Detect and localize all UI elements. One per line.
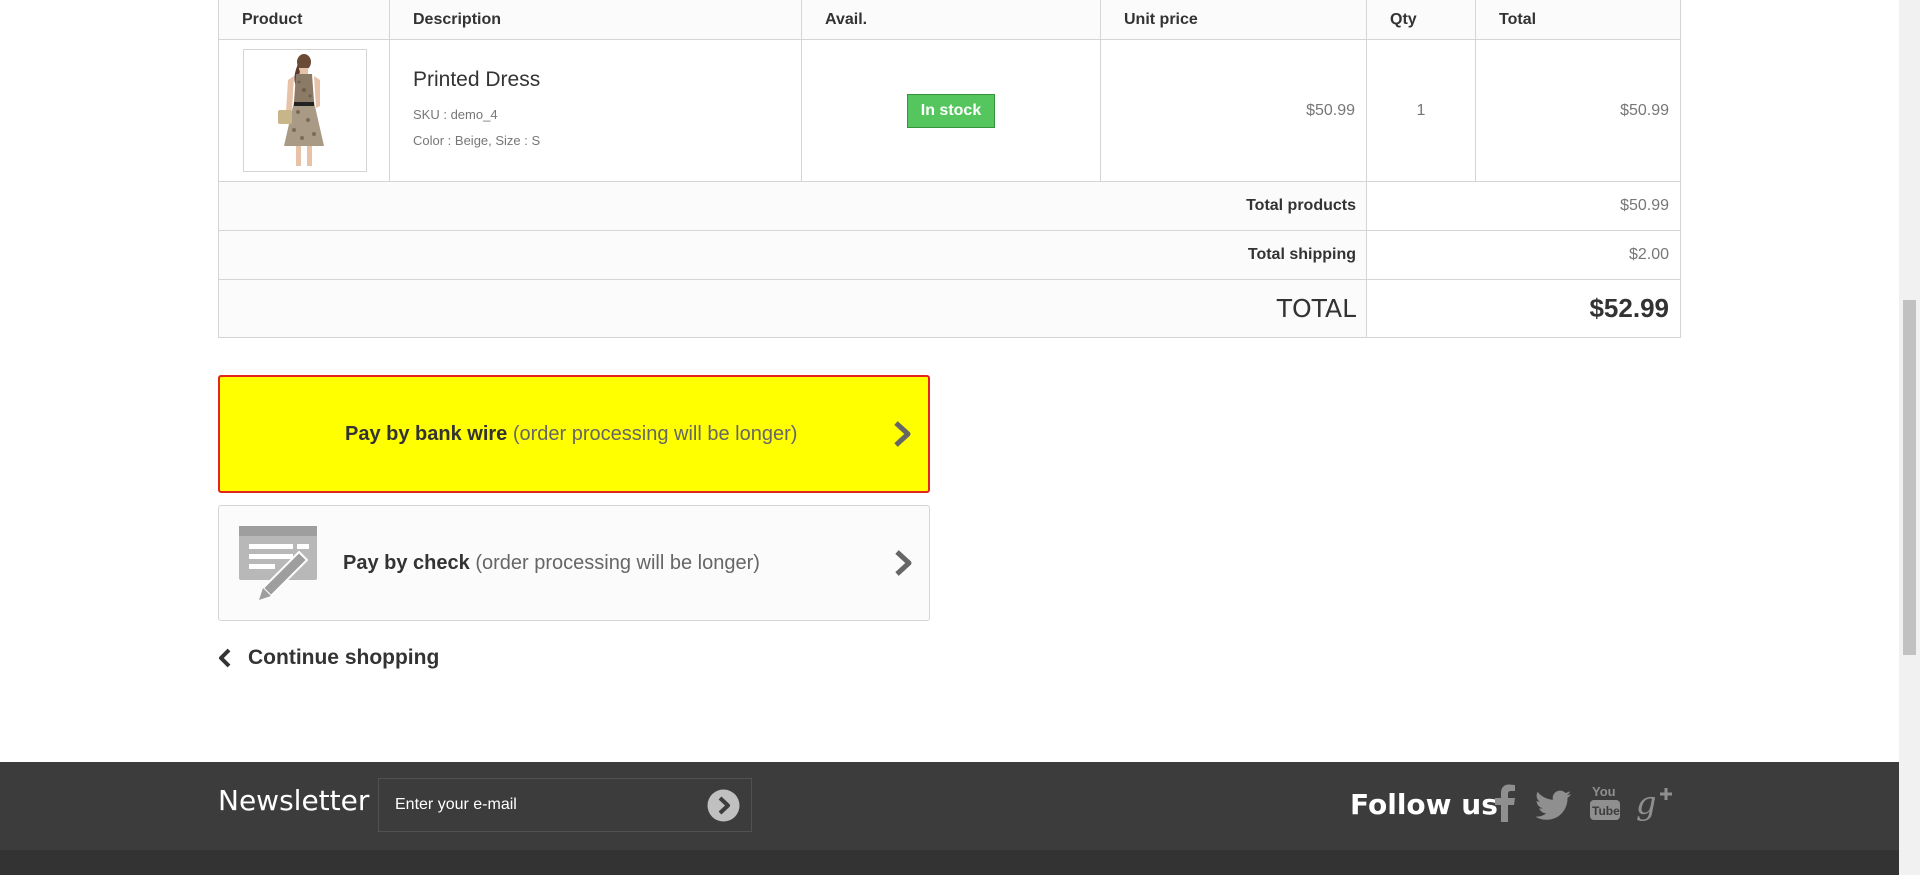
total-shipping-row: Total shipping $2.00 bbox=[218, 230, 1681, 280]
bank-wire-label: Pay by bank wire bbox=[345, 422, 508, 445]
bank-wire-note: (order processing will be longer) bbox=[512, 422, 798, 445]
newsletter-email-input[interactable] bbox=[393, 795, 697, 815]
newsletter-form bbox=[378, 778, 752, 832]
quantity: 1 bbox=[1366, 39, 1476, 182]
product-name[interactable]: Printed Dress bbox=[413, 68, 801, 92]
footer-bottom-bar bbox=[0, 850, 1899, 875]
header-availability: Avail. bbox=[801, 0, 1101, 40]
svg-text:g: g bbox=[1636, 784, 1656, 822]
status-badge: In stock bbox=[906, 93, 996, 128]
check-payment-icon bbox=[239, 526, 317, 600]
newsletter-submit-icon[interactable] bbox=[707, 789, 740, 822]
newsletter-title: Newsletter bbox=[218, 784, 370, 817]
product-sku: SKU : demo_4 bbox=[413, 106, 498, 122]
product-attributes: Color : Beige, Size : S bbox=[413, 132, 541, 148]
pay-by-bank-wire-button[interactable]: Pay by bank wire (order processing will … bbox=[218, 375, 930, 493]
grand-total-value: $52.99 bbox=[1366, 279, 1681, 338]
check-text: Pay by check (order processing will be l… bbox=[343, 552, 760, 575]
total-products-row: Total products $50.99 bbox=[218, 181, 1681, 231]
total-products-value: $50.99 bbox=[1366, 181, 1681, 231]
dress-image bbox=[244, 50, 366, 171]
table-row: Printed Dress SKU : demo_4 Color : Beige… bbox=[218, 39, 1681, 182]
chevron-right-icon bbox=[895, 550, 912, 576]
facebook-icon[interactable] bbox=[1494, 784, 1516, 822]
header-total: Total bbox=[1475, 0, 1681, 40]
availability-cell: In stock bbox=[801, 39, 1101, 182]
grand-total-label: TOTAL bbox=[218, 279, 1367, 338]
line-total: $50.99 bbox=[1475, 39, 1681, 182]
cart-summary-table: Product Description Avail. Unit price Qt… bbox=[218, 0, 1681, 338]
header-unit-price: Unit price bbox=[1100, 0, 1367, 40]
chevron-left-icon bbox=[219, 648, 231, 668]
svg-text:Tube: Tube bbox=[1592, 804, 1620, 818]
header-product: Product bbox=[218, 0, 390, 40]
check-note: (order processing will be longer) bbox=[475, 551, 760, 574]
chevron-right-icon bbox=[894, 421, 911, 447]
product-thumbnail[interactable] bbox=[243, 49, 367, 172]
pay-by-check-button[interactable]: Pay by check (order processing will be l… bbox=[218, 505, 930, 621]
total-shipping-value: $2.00 bbox=[1366, 230, 1681, 280]
header-qty: Qty bbox=[1366, 0, 1476, 40]
continue-shopping-link[interactable]: Continue shopping bbox=[218, 646, 439, 670]
page-scrollbar[interactable] bbox=[1899, 0, 1920, 875]
total-products-label: Total products bbox=[218, 181, 1367, 231]
svg-text:You: You bbox=[1592, 784, 1616, 799]
header-description: Description bbox=[389, 0, 802, 40]
twitter-icon[interactable] bbox=[1536, 790, 1572, 820]
follow-us-title: Follow us bbox=[1350, 788, 1498, 821]
continue-shopping-label: Continue shopping bbox=[248, 646, 440, 669]
youtube-icon[interactable]: You Tube bbox=[1590, 782, 1620, 822]
bank-wire-text: Pay by bank wire (order processing will … bbox=[345, 423, 797, 446]
google-plus-icon[interactable]: g bbox=[1636, 784, 1674, 822]
scrollbar-thumb[interactable] bbox=[1903, 300, 1916, 655]
total-shipping-label: Total shipping bbox=[218, 230, 1367, 280]
product-image-cell bbox=[218, 39, 390, 182]
table-header-row: Product Description Avail. Unit price Qt… bbox=[218, 0, 1681, 40]
check-label: Pay by check bbox=[343, 551, 470, 574]
grand-total-row: TOTAL $52.99 bbox=[218, 279, 1681, 338]
product-description-cell: Printed Dress SKU : demo_4 Color : Beige… bbox=[389, 39, 802, 182]
unit-price: $50.99 bbox=[1100, 39, 1367, 182]
